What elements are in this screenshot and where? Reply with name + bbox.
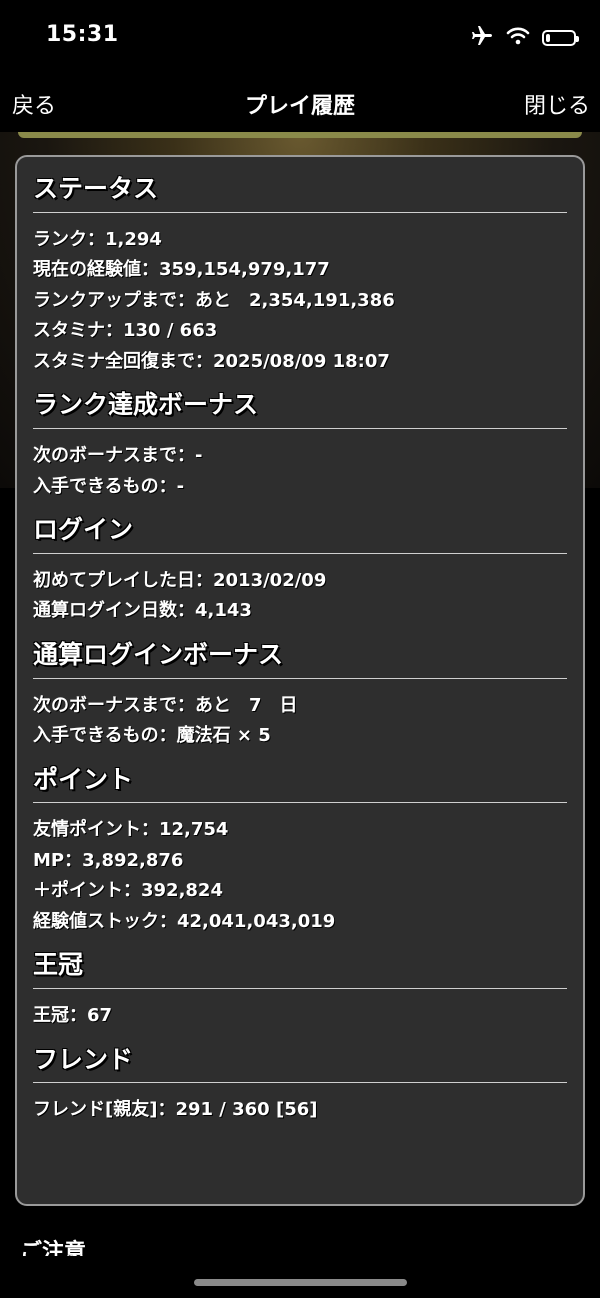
section-title-login-bonus: 通算ログインボーナス	[33, 640, 567, 679]
login-section: ログイン 初めてプレイした日：2013/02/09 通算ログイン日数：4,143	[33, 515, 567, 627]
login-bonus-reward-row: 入手できるもの：魔法石 × 5	[33, 725, 271, 746]
crown-count-row: 王冠：67	[33, 1005, 113, 1026]
background-art-rim	[18, 132, 582, 138]
rank-row: ランク：1,294	[33, 228, 162, 250]
section-title-login: ログイン	[33, 515, 567, 554]
battery-icon	[542, 30, 579, 46]
current-exp-row: 現在の経験値：359,154,979,177	[33, 259, 330, 281]
battery-level	[546, 34, 550, 42]
login-bonus-next-row: 次のボーナスまで：あと 7 日	[33, 694, 298, 716]
status-icons	[470, 24, 579, 52]
airplane-icon	[470, 24, 494, 52]
home-indicator[interactable]	[194, 1279, 407, 1286]
section-title-crown: 王冠	[33, 950, 567, 989]
first-play-date-row: 初めてプレイした日：2013/02/09	[33, 569, 327, 591]
stamina-full-recovery-row: スタミナ全回復まで：2025/08/09 18:07	[33, 350, 390, 372]
close-button[interactable]: 閉じる	[524, 88, 590, 120]
status-section: ステータス ランク：1,294 現在の経験値：359,154,979,177 ラ…	[33, 174, 567, 377]
section-title-status: ステータス	[33, 174, 567, 213]
crown-section: 王冠 王冠：67	[33, 950, 567, 1031]
rank-bonus-next-row: 次のボーナスまで：-	[33, 445, 203, 466]
rank-bonus-section: ランク達成ボーナス 次のボーナスまで：- 入手できるもの：-	[33, 390, 567, 502]
login-bonus-section: 通算ログインボーナス 次のボーナスまで：あと 7 日 入手できるもの：魔法石 ×…	[33, 640, 567, 752]
points-section: ポイント 友情ポイント：12,754 MP：3,892,876 ＋ポイント：39…	[33, 765, 567, 938]
section-title-friend: フレンド	[33, 1045, 567, 1084]
section-title-points: ポイント	[33, 765, 567, 804]
mp-row: MP：3,892,876	[33, 849, 184, 871]
wifi-icon	[506, 26, 530, 50]
status-time: 15:31	[46, 22, 119, 47]
footer-note-title: ご注意	[20, 1240, 87, 1256]
navigation-bar: 戻る プレイ履歴 閉じる	[0, 72, 600, 132]
total-login-days-row: 通算ログイン日数：4,143	[33, 600, 252, 622]
rank-up-remaining-row: ランクアップまで：あと 2,354,191,386	[33, 289, 395, 311]
exp-stock-row: 経験値ストック：42,041,043,019	[33, 910, 336, 932]
page-title: プレイ履歴	[244, 94, 355, 119]
play-history-panel: ステータス ランク：1,294 現在の経験値：359,154,979,177 ラ…	[15, 155, 585, 1206]
stamina-row: スタミナ：130 / 663	[33, 320, 218, 342]
friend-count-row: フレンド[親友]：291 / 360 [56]	[33, 1099, 318, 1121]
friend-section: フレンド フレンド[親友]：291 / 360 [56]	[33, 1045, 567, 1126]
status-bar: 15:31	[0, 0, 600, 72]
section-title-rank-bonus: ランク達成ボーナス	[33, 390, 567, 429]
plus-points-row: ＋ポイント：392,824	[33, 880, 223, 902]
rank-bonus-reward-row: 入手できるもの：-	[33, 475, 185, 497]
friend-points-row: 友情ポイント：12,754	[33, 819, 229, 841]
